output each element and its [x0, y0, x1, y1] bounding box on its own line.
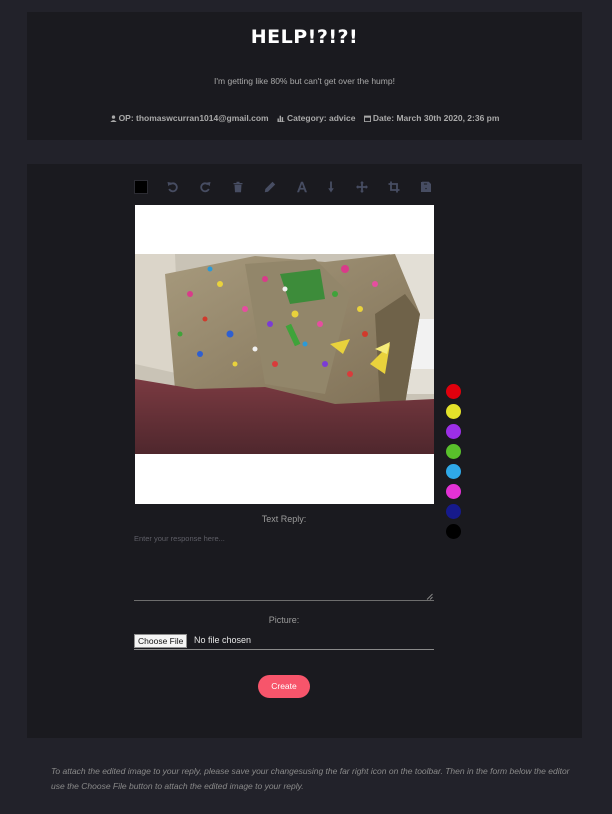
editor-instructions: To attach the edited image to your reply… — [51, 766, 570, 791]
meta-date-text: Date: March 30th 2020, 2:36 pm — [372, 113, 500, 123]
choose-file-button[interactable]: Choose File — [134, 634, 188, 648]
save-icon[interactable] — [418, 179, 434, 195]
pencil-icon[interactable] — [262, 179, 278, 195]
text-reply-input[interactable] — [134, 530, 434, 601]
picture-label: Picture: — [268, 615, 300, 625]
bar-chart-icon — [277, 115, 285, 122]
calendar-icon — [363, 115, 371, 123]
meta-category: Category: advice — [277, 113, 356, 123]
post-meta: OP: thomaswcurran1014@gmail.com Category… — [27, 113, 582, 123]
current-color-swatch[interactable] — [134, 180, 148, 194]
file-status-text: No file chosen — [194, 635, 252, 645]
post-card: HELP!?!?! I'm getting like 80% but can't… — [27, 12, 582, 140]
post-body: I'm getting like 80% but can't get over … — [214, 76, 395, 86]
image-editor-card: Text Reply: Picture: Choose File No file… — [27, 164, 582, 738]
meta-category-text: Category: advice — [286, 113, 356, 123]
move-icon[interactable] — [354, 179, 370, 195]
resize-grip-icon[interactable] — [426, 593, 433, 600]
editor-toolbar — [134, 179, 434, 195]
text-reply-label: Text Reply: — [261, 514, 307, 524]
arrow-icon[interactable] — [323, 179, 339, 195]
crop-icon[interactable] — [386, 179, 402, 195]
create-button[interactable]: Create — [258, 675, 310, 698]
text-icon[interactable] — [294, 179, 310, 195]
redo-icon[interactable] — [197, 179, 213, 195]
file-input: Choose File No file chosen — [134, 634, 434, 650]
meta-op: OP: thomaswcurran1014@gmail.com — [109, 113, 269, 123]
undo-icon[interactable] — [165, 179, 181, 195]
trash-icon[interactable] — [230, 179, 246, 195]
color-green[interactable] — [446, 444, 461, 459]
color-purple[interactable] — [446, 424, 461, 439]
climbing-wall-photo — [135, 254, 434, 454]
color-palette — [446, 384, 462, 544]
meta-op-text: OP: thomaswcurran1014@gmail.com — [118, 113, 269, 123]
color-magenta[interactable] — [446, 484, 461, 499]
meta-date: Date: March 30th 2020, 2:36 pm — [363, 113, 500, 123]
color-black[interactable] — [446, 524, 461, 539]
color-light-blue[interactable] — [446, 464, 461, 479]
user-icon — [109, 115, 117, 122]
color-yellow[interactable] — [446, 404, 461, 419]
color-red[interactable] — [446, 384, 461, 399]
post-title: HELP!?!?! — [250, 26, 359, 48]
image-canvas[interactable] — [135, 205, 434, 504]
color-navy[interactable] — [446, 504, 461, 519]
